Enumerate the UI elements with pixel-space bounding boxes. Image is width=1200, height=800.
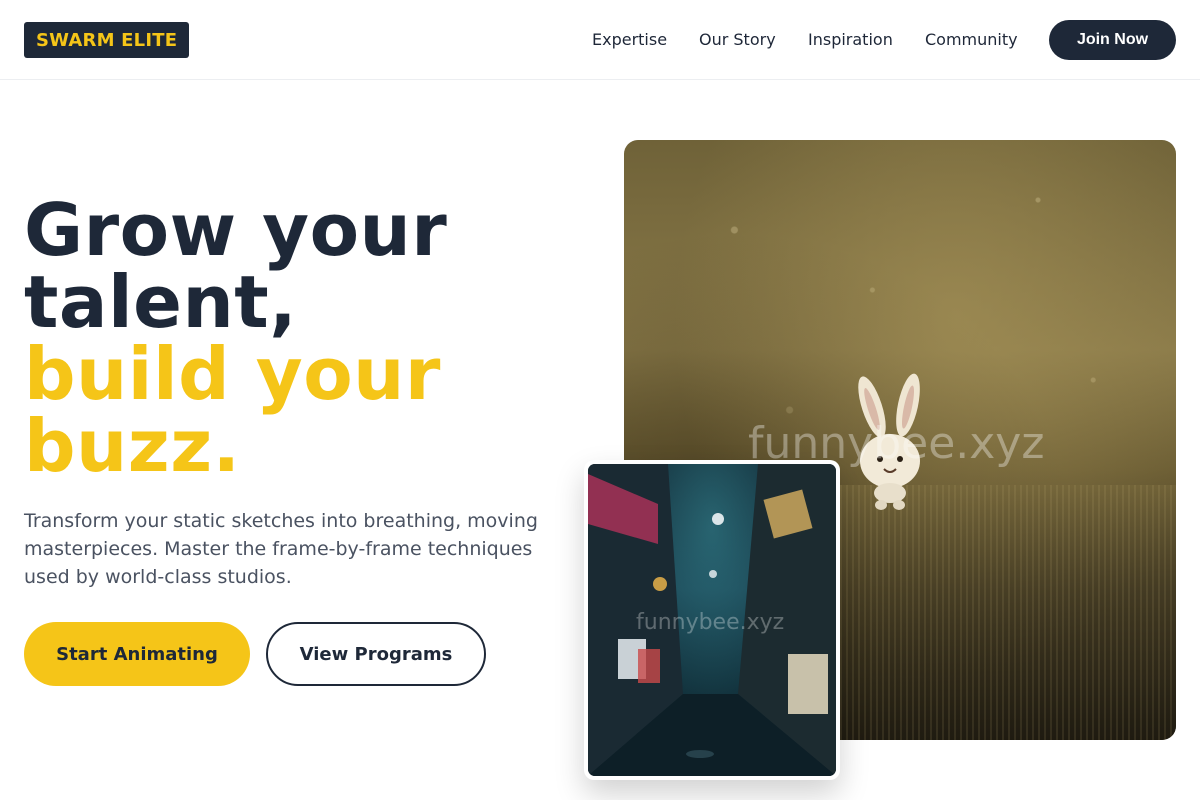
site-header: SWARM ELITE Expertise Our Story Inspirat… <box>0 0 1200 80</box>
hero-subtext: Transform your static sketches into brea… <box>24 510 538 588</box>
nav-item-our-story[interactable]: Our Story <box>699 30 776 50</box>
nav-item-community[interactable]: Community <box>925 30 1018 50</box>
join-now-button[interactable]: Join Now <box>1049 20 1176 60</box>
headline-line-1: Grow your <box>24 188 448 272</box>
hero-headline: Grow your talent, build your buzz. <box>24 194 584 482</box>
brand-name: SWARM ELITE <box>36 29 178 51</box>
nav-item-expertise[interactable]: Expertise <box>592 30 667 50</box>
hero-inset-image: funnybee.xyz <box>584 460 840 780</box>
nav-item-inspiration[interactable]: Inspiration <box>808 30 893 50</box>
start-animating-button[interactable]: Start Animating <box>24 622 250 686</box>
headline-line-2: talent, <box>24 260 298 344</box>
view-programs-button[interactable]: View Programs <box>266 622 486 686</box>
inset-image-watermark: funnybee.xyz <box>636 610 785 635</box>
alley-photo: funnybee.xyz <box>588 464 836 776</box>
headline-line-4: buzz. <box>24 404 241 488</box>
brand-logo[interactable]: SWARM ELITE <box>24 22 190 58</box>
headline-line-3: build your <box>24 332 441 416</box>
